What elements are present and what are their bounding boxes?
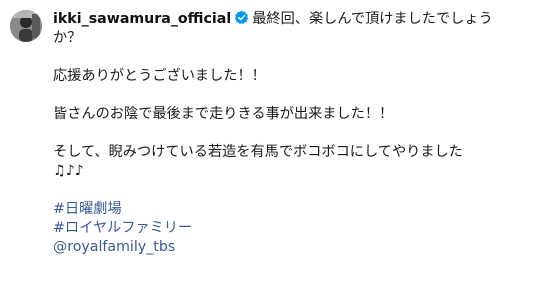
profile-avatar[interactable] (10, 10, 42, 42)
instagram-post-caption: ikki_sawamura_official 最終回、楽しんで頂けましたでしょう… (0, 0, 543, 282)
post-caption: ikki_sawamura_official 最終回、楽しんで頂けましたでしょう… (53, 10, 537, 257)
profile-photo-icon (10, 10, 42, 42)
caption-text-first: 最終回、楽しんで頂けましたでしょう (252, 11, 493, 27)
caption-line-finish: 皆さんのお陰で最後まで走りきる事が出来ました！！ (53, 106, 394, 122)
mention-link[interactable]: @royalfamily_tbs (53, 238, 537, 257)
username-link[interactable]: ikki_sawamura_official (53, 11, 231, 27)
caption-line-arima: そして、睨みつけている若造を有馬でボコボコにしてやりました (53, 144, 463, 160)
caption-line-music-notes: ♫♪♪ (53, 163, 84, 179)
hashtag-link[interactable]: #日曜劇場 (53, 200, 537, 219)
hashtag-link[interactable]: #ロイヤルファミリー (53, 219, 537, 238)
caption-text-wrap: か？ (53, 30, 82, 46)
verified-badge-icon (234, 10, 249, 25)
caption-first-line: ikki_sawamura_official 最終回、楽しんで頂けましたでしょう (53, 10, 537, 29)
caption-line-thanks: 応援ありがとうございました！！ (53, 68, 266, 84)
